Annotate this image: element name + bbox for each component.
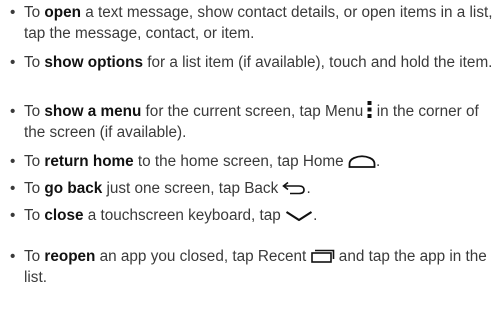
item-text: To [24, 4, 45, 21]
bullet: • [10, 248, 16, 265]
item-text: To [24, 153, 45, 170]
item-text: To [24, 207, 45, 224]
item-text: for a list item (if available), touch an… [142, 54, 493, 71]
recent-apps-icon [310, 248, 335, 263]
instruction-list: • To open a text message, show contact d… [0, 0, 503, 311]
item-text: To [24, 180, 45, 197]
bullet: • [10, 153, 16, 170]
list-item-close: • To close a touchscreen keyboard, tap . [10, 205, 497, 226]
keyword-return-home: return home [44, 153, 134, 170]
bullet: • [10, 54, 16, 71]
chevron-down-icon [285, 210, 313, 222]
item-text: To [24, 54, 45, 71]
item-text: for the current screen, tap Menu [141, 103, 364, 120]
list-item-open: • To open a text message, show contact d… [10, 2, 497, 44]
item-text: To [24, 103, 45, 120]
list-item-return-home: • To return home to the home screen, tap… [10, 151, 497, 172]
back-arrow-icon [282, 181, 306, 195]
list-item-reopen: • To reopen an app you closed, tap Recen… [10, 246, 497, 288]
list-item-show-menu: • To show a menu for the current screen,… [10, 101, 497, 143]
item-text: an app you closed, tap Recent [95, 248, 307, 265]
keyword-close: close [44, 207, 84, 224]
item-text: just one screen, tap Back [102, 180, 279, 197]
keyword-open: open [44, 4, 81, 21]
item-text: To [24, 248, 45, 265]
item-text: to the home screen, tap Home [133, 153, 344, 170]
item-text: . [375, 153, 381, 170]
bullet: • [10, 207, 16, 224]
item-text: a text message, show contact details, or… [24, 4, 493, 42]
item-text: . [306, 180, 311, 197]
bullet: • [10, 4, 16, 21]
item-text: . [313, 207, 318, 224]
list-item-show-options: • To show options for a list item (if av… [10, 52, 497, 73]
list-item-go-back: • To go back just one screen, tap Back . [10, 178, 497, 199]
keyword-go-back: go back [44, 180, 103, 197]
bullet: • [10, 180, 16, 197]
bullet: • [10, 103, 16, 120]
keyword-show-menu: show a menu [44, 103, 142, 120]
home-icon [348, 154, 376, 168]
keyword-reopen: reopen [44, 248, 96, 265]
keyword-show-options: show options [44, 54, 143, 71]
item-text: a touchscreen keyboard, tap [83, 207, 281, 224]
